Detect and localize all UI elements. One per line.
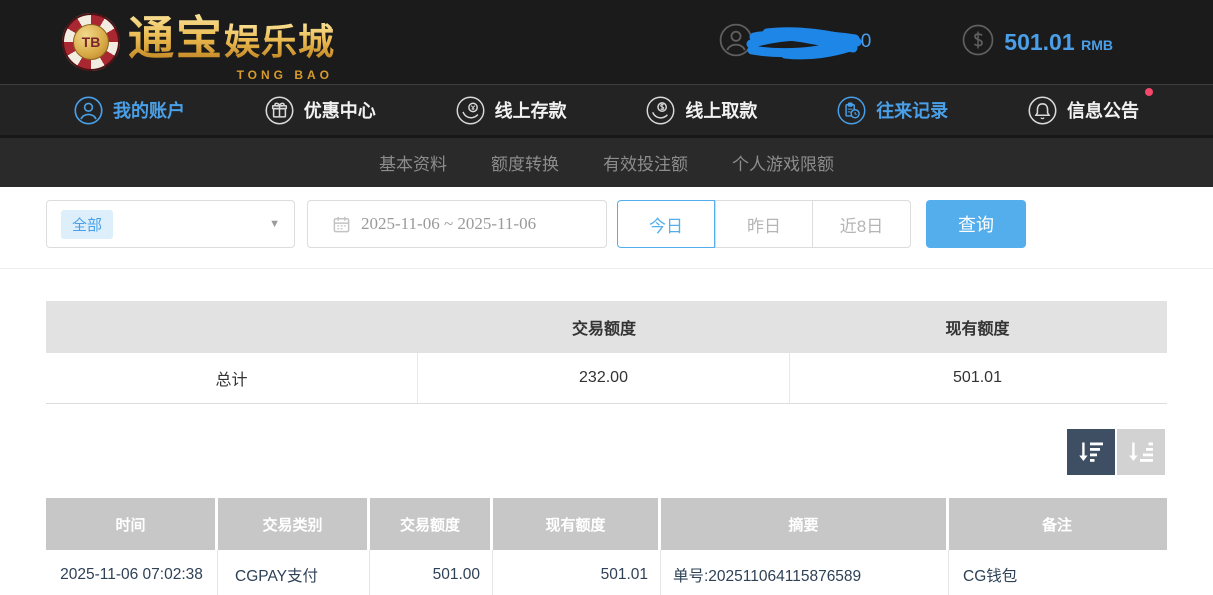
subnav-item-basic-info[interactable]: 基本资料 xyxy=(379,150,447,175)
summary-total-current: 501.01 xyxy=(790,353,1165,403)
username-redacted: 0 xyxy=(745,22,867,62)
date-range-value: 2025-11-06 ~ 2025-11-06 xyxy=(361,214,536,234)
cell-summary: 单号:202511064115876589 xyxy=(661,550,949,595)
nav-item-deposit[interactable]: 线上存款 xyxy=(456,96,567,125)
calendar-icon xyxy=(332,215,351,234)
col-header-type: 交易类别 xyxy=(218,498,370,550)
nav-label: 优惠中心 xyxy=(304,97,376,123)
records-icon xyxy=(837,96,866,125)
logo-text: 通宝 娱乐城 TONG BAO xyxy=(128,2,335,82)
nav-item-announcements[interactable]: 信息公告 xyxy=(1028,96,1139,125)
top-header: TB 通宝 娱乐城 TONG BAO xyxy=(0,0,1213,84)
col-header-remark: 备注 xyxy=(949,498,1165,550)
user-icon xyxy=(74,96,103,125)
subnav-item-credit-transfer[interactable]: 额度转换 xyxy=(491,150,559,175)
dollar-icon xyxy=(962,24,994,61)
cell-current-amount: 501.01 xyxy=(493,550,661,595)
sort-descending-button[interactable] xyxy=(1067,429,1115,475)
username-visible-char: 0 xyxy=(861,31,872,53)
quick-range-8days-button[interactable]: 近8日 xyxy=(813,200,911,248)
quick-range-group: 今日 昨日 近8日 xyxy=(617,200,911,248)
nav-label: 线上取款 xyxy=(685,97,757,123)
cell-transaction-amount: 501.00 xyxy=(370,550,493,595)
col-header-summary: 摘要 xyxy=(661,498,949,550)
gift-icon xyxy=(265,96,294,125)
summary-header-row: 交易额度 现有额度 xyxy=(46,301,1167,353)
nav-label: 线上存款 xyxy=(495,97,567,123)
col-header-current-amount: 现有额度 xyxy=(493,498,661,550)
chevron-down-icon: ▼ xyxy=(269,218,280,230)
nav-label: 我的账户 xyxy=(113,97,185,123)
balance-amount: 501.01 xyxy=(1004,29,1074,55)
logo-subtitle: TONG BAO xyxy=(237,68,333,82)
filter-row: 全部 ▼ 2025-11-06 ~ 2025-11-06 今日 昨日 近8日 查… xyxy=(0,187,1213,269)
balance[interactable]: 501.01 RMB xyxy=(962,24,1113,61)
records-table: 时间 交易类别 交易额度 现有额度 摘要 备注 2025-11-06 07:02… xyxy=(46,498,1167,595)
logo-chip-icon: TB xyxy=(62,13,120,71)
sort-controls xyxy=(48,429,1165,475)
nav-item-promotions[interactable]: 优惠中心 xyxy=(265,96,376,125)
quick-range-yesterday-button[interactable]: 昨日 xyxy=(715,200,813,248)
cell-remark: CG钱包 xyxy=(949,550,1165,595)
sort-descending-icon xyxy=(1078,440,1105,464)
sub-nav: 基本资料 额度转换 有效投注额 个人游戏限额 xyxy=(0,138,1213,187)
bell-icon xyxy=(1028,96,1057,125)
records-header-row: 时间 交易类别 交易额度 现有额度 摘要 备注 xyxy=(46,498,1167,550)
user-account[interactable]: 0 xyxy=(719,22,867,62)
logo-title-rest: 娱乐城 xyxy=(224,13,335,65)
search-button[interactable]: 查询 xyxy=(926,200,1026,248)
col-header-time: 时间 xyxy=(46,498,218,550)
deposit-icon xyxy=(456,96,485,125)
nav-item-records[interactable]: 往来记录 xyxy=(837,96,948,125)
nav-item-withdraw[interactable]: 线上取款 xyxy=(646,96,757,125)
date-range-input[interactable]: 2025-11-06 ~ 2025-11-06 xyxy=(307,200,607,248)
balance-currency: RMB xyxy=(1081,37,1113,53)
logo-chip-monogram: TB xyxy=(73,24,109,60)
header-right: 0 501.01 RMB xyxy=(719,22,1143,62)
summary-table: 交易额度 现有额度 总计 232.00 501.01 xyxy=(46,301,1167,404)
nav-label: 信息公告 xyxy=(1067,97,1139,123)
scribble-mask xyxy=(745,24,867,60)
type-select-value: 全部 xyxy=(61,210,113,239)
table-row: 2025-11-06 07:02:38 CGPAY支付 501.00 501.0… xyxy=(46,550,1167,595)
sort-ascending-icon xyxy=(1128,440,1155,464)
sort-ascending-button[interactable] xyxy=(1117,429,1165,475)
site-logo[interactable]: TB 通宝 娱乐城 TONG BAO xyxy=(62,2,335,82)
col-header-transaction-amount: 交易额度 xyxy=(370,498,493,550)
summary-header-current: 现有额度 xyxy=(790,315,1165,339)
cell-time: 2025-11-06 07:02:38 xyxy=(46,550,218,595)
cell-type: CGPAY支付 xyxy=(218,550,370,595)
notification-dot xyxy=(1145,88,1153,96)
summary-total-row: 总计 232.00 501.01 xyxy=(46,353,1167,404)
summary-total-transaction: 232.00 xyxy=(418,353,790,403)
quick-range-today-button[interactable]: 今日 xyxy=(617,200,715,248)
main-nav: 我的账户 优惠中心 线上存款 xyxy=(0,84,1213,138)
summary-header-transaction: 交易额度 xyxy=(418,315,790,339)
subnav-item-valid-bets[interactable]: 有效投注额 xyxy=(603,150,688,175)
logo-title-main: 通宝 xyxy=(128,2,224,68)
withdraw-icon xyxy=(646,96,675,125)
type-select[interactable]: 全部 ▼ xyxy=(46,200,295,248)
nav-label: 往来记录 xyxy=(876,97,948,123)
subnav-item-game-limits[interactable]: 个人游戏限额 xyxy=(732,150,834,175)
summary-total-label: 总计 xyxy=(46,353,418,403)
nav-item-my-account[interactable]: 我的账户 xyxy=(74,96,185,125)
